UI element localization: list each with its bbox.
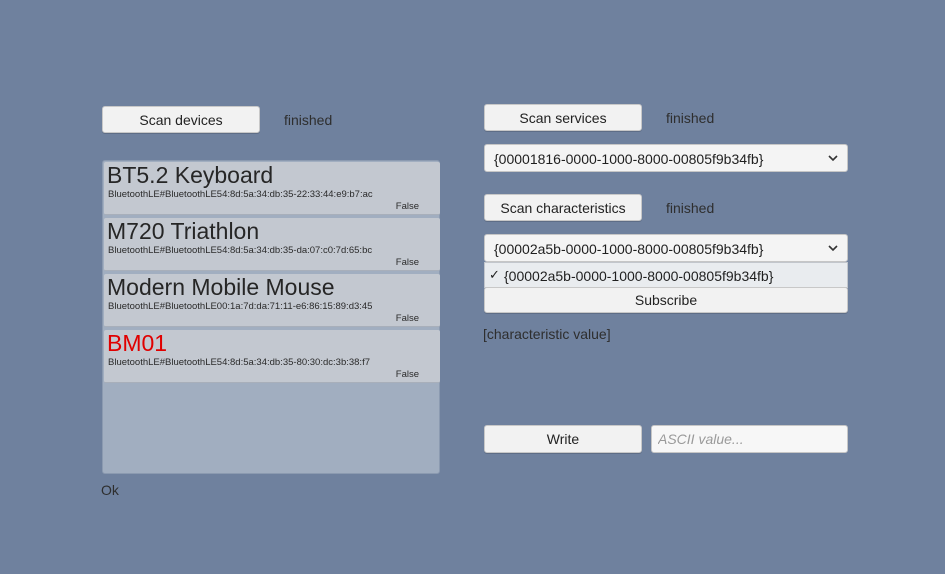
characteristic-option-label: {00002a5b-0000-1000-8000-00805f9b34fb}	[504, 268, 774, 284]
device-address: BluetoothLE#BluetoothLE54:8d:5a:34:db:35…	[108, 189, 373, 200]
device-address: BluetoothLE#BluetoothLE54:8d:5a:34:db:35…	[108, 357, 370, 368]
subscribe-button[interactable]: Subscribe	[484, 287, 848, 313]
scan-devices-status: finished	[284, 112, 333, 128]
scan-characteristics-button[interactable]: Scan characteristics	[484, 194, 642, 221]
device-item[interactable]: BT5.2 Keyboard BluetoothLE#BluetoothLE54…	[104, 162, 440, 215]
device-item[interactable]: M720 Triathlon BluetoothLE#BluetoothLE54…	[104, 218, 440, 271]
ascii-value-input[interactable]	[651, 425, 848, 453]
device-name: Modern Mobile Mouse	[107, 274, 335, 300]
device-paired-flag: False	[395, 257, 419, 268]
footer-status: Ok	[101, 482, 119, 498]
device-item[interactable]: BM01 BluetoothLE#BluetoothLE54:8d:5a:34:…	[104, 330, 440, 383]
device-name: BT5.2 Keyboard	[107, 162, 274, 188]
chevron-down-icon	[828, 155, 838, 162]
device-paired-flag: False	[395, 313, 419, 324]
service-selected-value: {00001816-0000-1000-8000-00805f9b34fb}	[494, 151, 764, 167]
device-name: M720 Triathlon	[107, 218, 260, 244]
device-list[interactable]: BT5.2 Keyboard BluetoothLE#BluetoothLE54…	[102, 160, 440, 474]
service-dropdown[interactable]: {00001816-0000-1000-8000-00805f9b34fb}	[484, 144, 848, 172]
scan-characteristics-status: finished	[666, 200, 715, 216]
device-paired-flag: False	[395, 369, 419, 380]
scan-devices-button[interactable]: Scan devices	[102, 106, 260, 133]
checkmark-icon: ✓	[489, 267, 500, 282]
device-item[interactable]: Modern Mobile Mouse BluetoothLE#Bluetoot…	[104, 274, 440, 327]
scan-services-button[interactable]: Scan services	[484, 104, 642, 131]
characteristic-value-label: [characteristic value]	[483, 326, 611, 342]
characteristic-option[interactable]: ✓ {00002a5b-0000-1000-8000-00805f9b34fb}	[486, 264, 846, 286]
characteristic-dropdown[interactable]: {00002a5b-0000-1000-8000-00805f9b34fb}	[484, 234, 848, 262]
chevron-down-icon	[828, 245, 838, 252]
device-name: BM01	[107, 330, 168, 356]
device-paired-flag: False	[395, 201, 419, 212]
scan-services-status: finished	[666, 110, 715, 126]
characteristic-selected-value: {00002a5b-0000-1000-8000-00805f9b34fb}	[494, 241, 764, 257]
device-address: BluetoothLE#BluetoothLE54:8d:5a:34:db:35…	[108, 245, 373, 256]
characteristic-dropdown-menu: ✓ {00002a5b-0000-1000-8000-00805f9b34fb}	[484, 262, 848, 288]
write-button[interactable]: Write	[484, 425, 642, 453]
device-address: BluetoothLE#BluetoothLE00:1a:7d:da:71:11…	[108, 301, 373, 312]
